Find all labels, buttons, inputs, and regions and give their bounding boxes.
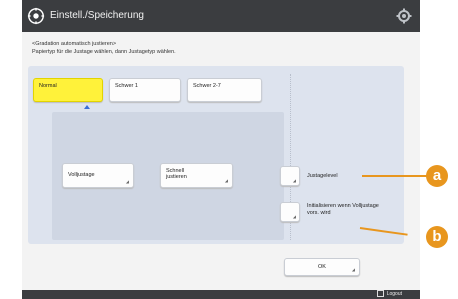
- callout-a-badge: a: [426, 165, 448, 187]
- corner-mark-icon: ◢: [351, 267, 355, 272]
- paper-type-heavy1-label: Schwer 1: [115, 83, 138, 89]
- instructions: <Gradation automatisch justieren> Papier…: [32, 40, 176, 56]
- corner-mark-icon: ◢: [292, 178, 296, 183]
- settings-gear-icon: [27, 7, 45, 25]
- instructions-heading: <Gradation automatisch justieren>: [32, 41, 117, 47]
- target-level-label: Justagelevel: [307, 173, 338, 179]
- corner-mark-icon: ◢: [125, 179, 129, 184]
- full-adjust-label: Volljustage: [68, 172, 95, 178]
- settings-screen: Einstell./Speicherung <Gradation automat…: [22, 0, 420, 299]
- callout-a-line: [362, 175, 428, 177]
- logout-label: Logout: [386, 291, 402, 297]
- title-bar: Einstell./Speicherung: [22, 0, 420, 32]
- paper-type-heavy1-button[interactable]: Schwer 1: [109, 78, 181, 102]
- paper-type-heavy27-button[interactable]: Schwer 2-7: [187, 78, 262, 102]
- logout-button[interactable]: Logout: [376, 290, 402, 299]
- ok-button[interactable]: OK ◢: [284, 258, 360, 276]
- callout-b-badge: b: [426, 226, 448, 248]
- corner-mark-icon: ◢: [292, 214, 296, 219]
- init-on-full-adjust-label: Initialisieren wenn Volljustage vors. wi…: [307, 203, 379, 216]
- full-adjust-button[interactable]: Volljustage ◢: [62, 163, 134, 188]
- instructions-text: Papiertyp für die Justage wählen, dann J…: [32, 49, 176, 55]
- target-level-button[interactable]: ◢: [280, 166, 300, 186]
- ok-label: OK: [318, 264, 326, 270]
- selected-indicator-icon: [84, 105, 90, 109]
- paper-type-normal-label: Normal: [39, 83, 57, 89]
- window-title: Einstell./Speicherung: [50, 10, 144, 21]
- logout-icon: [376, 290, 384, 298]
- gear-icon[interactable]: [396, 8, 412, 24]
- footer-bar: Logout: [22, 290, 420, 299]
- quick-adjust-button[interactable]: Schnell justieren ◢: [160, 163, 233, 188]
- quick-adjust-label: Schnell justieren: [166, 168, 187, 180]
- paper-type-normal-button[interactable]: Normal: [33, 78, 103, 102]
- init-on-full-adjust-button[interactable]: ◢: [280, 202, 300, 222]
- corner-mark-icon: ◢: [224, 178, 228, 183]
- paper-type-heavy27-label: Schwer 2-7: [193, 83, 221, 89]
